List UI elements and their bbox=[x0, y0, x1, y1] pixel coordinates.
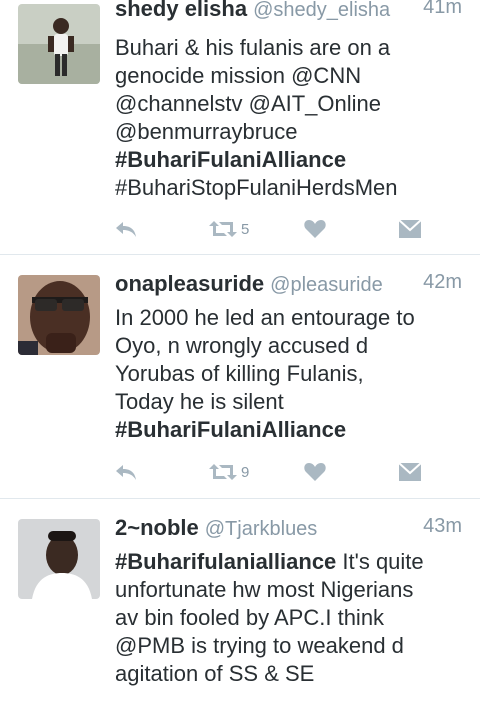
retweet-button[interactable]: 5 bbox=[209, 216, 249, 242]
retweet-count: 5 bbox=[241, 220, 250, 238]
tweet-header: onapleasuride @pleasuride 42m bbox=[115, 271, 464, 299]
tweet-text-line: @PMB is trying to weakend d bbox=[115, 633, 404, 658]
tweet-text-line: genocide mission @CNN bbox=[115, 63, 362, 88]
like-button[interactable] bbox=[304, 459, 326, 485]
tweet-text-line: Today he is silent bbox=[115, 389, 284, 414]
retweet-button[interactable]: 9 bbox=[209, 459, 249, 485]
tweet[interactable]: 2~noble @Tjarkblues 43m #Buharifulanialli… bbox=[0, 499, 480, 703]
tweet-actions: 9 bbox=[115, 459, 435, 485]
tweet-text: Buhari & his fulanis are on a genocide m… bbox=[115, 34, 464, 202]
timeline-feed[interactable]: shedy elisha @shedy_elisha 41m Buhari & h… bbox=[0, 0, 480, 703]
avatar[interactable] bbox=[18, 519, 100, 599]
timestamp: 42m bbox=[423, 271, 462, 293]
avatar[interactable] bbox=[18, 4, 100, 84]
retweet-count: 9 bbox=[241, 463, 250, 481]
envelope-icon bbox=[399, 463, 421, 481]
tweet[interactable]: shedy elisha @shedy_elisha 41m Buhari & h… bbox=[0, 0, 480, 255]
tweet-text-line: @channelstv @AIT_Online bbox=[115, 91, 382, 116]
display-name[interactable]: shedy elisha bbox=[115, 0, 247, 21]
tweet-text-line: In 2000 he led an entourage to bbox=[115, 305, 415, 330]
reply-icon bbox=[115, 220, 137, 238]
direct-message-button[interactable] bbox=[399, 459, 421, 485]
avatar[interactable] bbox=[18, 275, 100, 355]
envelope-icon bbox=[399, 220, 421, 238]
hashtag-link[interactable]: #BuhariFulaniAlliance bbox=[115, 416, 464, 444]
timestamp: 41m bbox=[423, 0, 462, 18]
tweet-actions: 5 bbox=[115, 216, 435, 242]
tweet-text: #Buharifulanialliance It's quite unfortu… bbox=[115, 548, 464, 688]
user-handle[interactable]: @shedy_elisha bbox=[253, 0, 390, 21]
hashtag-link[interactable]: #Buharifulanialliance bbox=[115, 549, 336, 574]
reply-button[interactable] bbox=[115, 459, 137, 485]
tweet-text-line: agitation of SS & SE bbox=[115, 661, 315, 686]
retweet-icon bbox=[209, 463, 237, 481]
tweet-text-line: #Buharifulanialliance It's quite bbox=[115, 548, 464, 576]
tweet-header: 2~noble @Tjarkblues 43m bbox=[115, 515, 464, 543]
tweet-text-line: @benmurraybruce bbox=[115, 119, 298, 144]
user-handle[interactable]: @Tjarkblues bbox=[205, 518, 318, 540]
tweet-text-line: Buhari & his fulanis are on a bbox=[115, 35, 391, 60]
heart-icon bbox=[304, 219, 326, 239]
hashtag-link[interactable]: #BuhariStopFulaniHerdsMen bbox=[115, 174, 464, 202]
reply-icon bbox=[115, 463, 137, 481]
direct-message-button[interactable] bbox=[399, 216, 421, 242]
tweet-text: In 2000 he led an entourage to Oyo, n wr… bbox=[115, 304, 464, 444]
like-button[interactable] bbox=[304, 216, 326, 242]
tweet-text-line: Yorubas of killing Fulanis, bbox=[115, 361, 364, 386]
tweet-body: 2~noble @Tjarkblues 43m #Buharifulanialli… bbox=[115, 515, 464, 688]
tweet[interactable]: onapleasuride @pleasuride 42m In 2000 he … bbox=[0, 255, 480, 499]
tweet-text-line: Oyo, n wrongly accused d bbox=[115, 333, 369, 358]
tweet-text-fragment: It's quite bbox=[336, 549, 424, 574]
tweet-header: shedy elisha @shedy_elisha 41m bbox=[115, 0, 464, 24]
tweet-text-line: av bin fooled by APC.I think bbox=[115, 605, 385, 630]
user-handle[interactable]: @pleasuride bbox=[270, 274, 383, 296]
hashtag-link[interactable]: #BuhariFulaniAlliance bbox=[115, 146, 464, 174]
reply-button[interactable] bbox=[115, 216, 137, 242]
display-name[interactable]: 2~noble bbox=[115, 515, 199, 540]
tweet-text-line: unfortunate hw most Nigerians bbox=[115, 577, 414, 602]
tweet-body: shedy elisha @shedy_elisha 41m Buhari & h… bbox=[115, 0, 464, 202]
tweet-body: onapleasuride @pleasuride 42m In 2000 he … bbox=[115, 271, 464, 444]
retweet-icon bbox=[209, 220, 237, 238]
timestamp: 43m bbox=[423, 515, 462, 537]
display-name[interactable]: onapleasuride bbox=[115, 271, 264, 296]
heart-icon bbox=[304, 462, 326, 482]
